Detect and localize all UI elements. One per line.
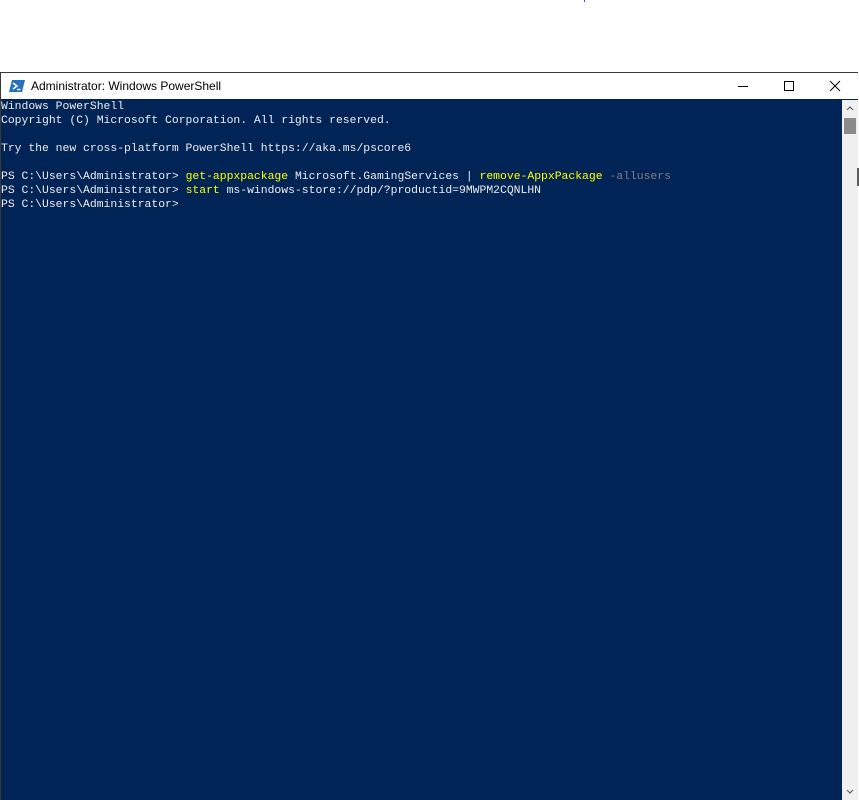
desktop-background (0, 0, 859, 72)
powershell-window[interactable]: Administrator: Windows PowerShell Window… (0, 72, 858, 800)
powershell-icon[interactable] (9, 78, 25, 94)
console-output[interactable]: Windows PowerShell Copyright (C) Microso… (1, 100, 843, 800)
console-line-header: Windows PowerShell (1, 101, 125, 113)
command-argument: Microsoft.GamingServices | (288, 171, 480, 183)
command-parameter: -allusers (609, 171, 671, 183)
vertical-scrollbar[interactable] (842, 100, 858, 800)
desktop-pixel-artifact (584, 0, 585, 2)
console-line-copyright: Copyright (C) Microsoft Corporation. All… (1, 115, 391, 127)
scroll-down-button[interactable] (842, 784, 858, 800)
maximize-icon (784, 81, 794, 91)
close-button[interactable] (812, 73, 858, 99)
scrollbar-thumb[interactable] (844, 118, 856, 134)
console-prompt-line[interactable]: PS C:\Users\Administrator> (1, 198, 843, 212)
window-controls (720, 73, 858, 99)
minimize-icon (738, 86, 748, 87)
prompt: PS C:\Users\Administrator> (1, 185, 186, 197)
command-name: get-appxpackage (185, 171, 289, 183)
command-name: remove-AppxPackage (479, 171, 603, 183)
console-command-line: PS C:\Users\Administrator> get-appxpacka… (1, 170, 843, 184)
maximize-button[interactable] (766, 73, 812, 99)
minimize-button[interactable] (720, 73, 766, 99)
console-line-pscore-hint: Try the new cross-platform PowerShell ht… (1, 143, 412, 155)
scroll-up-button[interactable] (842, 100, 858, 116)
window-title: Administrator: Windows PowerShell (31, 79, 222, 93)
command-argument: ms-windows-store://pdp/?productid=9MWPM2… (219, 185, 542, 197)
close-icon (829, 80, 841, 92)
title-bar[interactable]: Administrator: Windows PowerShell (1, 73, 858, 99)
command-name: start (185, 185, 220, 197)
prompt: PS C:\Users\Administrator> (1, 171, 186, 183)
console-command-line: PS C:\Users\Administrator> start ms-wind… (1, 184, 843, 198)
chevron-up-icon (846, 106, 854, 111)
prompt: PS C:\Users\Administrator> (1, 199, 179, 211)
chevron-down-icon (846, 789, 854, 794)
